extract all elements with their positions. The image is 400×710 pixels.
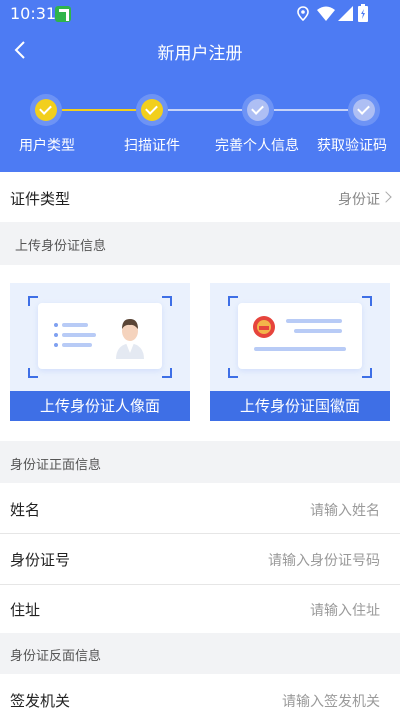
step-connector-1 xyxy=(62,109,136,111)
step-2-label: 扫描证件 xyxy=(124,138,180,154)
section-title-back: 身份证反面信息 xyxy=(10,649,102,664)
step-1-check-icon xyxy=(30,94,62,126)
id-number-input[interactable]: 请输入身份证号码 xyxy=(268,550,380,570)
step-3-label: 完善个人信息 xyxy=(215,138,299,154)
status-bar: 10:31 xyxy=(0,0,400,28)
step-3-check-icon xyxy=(242,94,274,126)
address-input[interactable]: 请输入住址 xyxy=(310,600,380,620)
id-type-selector[interactable]: 证件类型 身份证 xyxy=(0,172,400,222)
step-2-check-icon xyxy=(136,94,168,126)
upload-emblem-label: 上传身份证国徽面 xyxy=(210,391,390,421)
wifi-icon xyxy=(317,6,335,21)
name-field-row[interactable]: 姓名 请输入姓名 xyxy=(0,483,400,533)
address-field-row[interactable]: 住址 请输入住址 xyxy=(0,585,400,633)
name-input[interactable]: 请输入姓名 xyxy=(310,500,380,520)
chevron-right-icon xyxy=(380,191,392,203)
authority-field-row[interactable]: 签发机关 请输入签发机关 xyxy=(0,674,400,710)
id-number-label: 身份证号 xyxy=(10,551,71,569)
registration-stepper: 用户类型 扫描证件 完善个人信息 获取验证码 xyxy=(0,92,400,162)
upload-panel: 上传身份证人像面 上传身份证国徽面 xyxy=(0,265,400,441)
authority-input[interactable]: 请输入签发机关 xyxy=(282,691,380,710)
step-4-check-icon xyxy=(348,94,380,126)
upload-portrait-card[interactable]: 上传身份证人像面 xyxy=(10,283,190,421)
id-type-label: 证件类型 xyxy=(10,190,71,208)
step-connector-2 xyxy=(168,109,242,111)
battery-icon xyxy=(358,4,368,22)
name-label: 姓名 xyxy=(10,501,41,519)
header-bar: 10:31 新用户注册 用户类型 扫描证件 完善个人信息 获取验证码 xyxy=(0,0,400,172)
authority-label: 签发机关 xyxy=(10,692,71,710)
signal-icon xyxy=(338,6,353,21)
step-1-label: 用户类型 xyxy=(19,138,75,154)
upload-portrait-label: 上传身份证人像面 xyxy=(10,391,190,421)
id-card-portrait-illustration xyxy=(38,303,162,369)
section-title-front: 身份证正面信息 xyxy=(10,458,102,473)
address-label: 住址 xyxy=(10,601,41,619)
step-4-label: 获取验证码 xyxy=(317,138,387,154)
step-connector-3 xyxy=(274,109,348,111)
id-type-value: 身份证 xyxy=(338,192,380,208)
page-title: 新用户注册 xyxy=(157,44,243,64)
upload-emblem-card[interactable]: 上传身份证国徽面 xyxy=(210,283,390,421)
section-title-upload: 上传身份证信息 xyxy=(15,239,107,254)
id-card-emblem-illustration xyxy=(238,303,362,369)
status-time: 10:31 xyxy=(10,4,57,23)
id-number-field-row[interactable]: 身份证号 请输入身份证号码 xyxy=(0,534,400,584)
app-notification-icon xyxy=(55,6,71,22)
location-icon xyxy=(297,6,309,21)
